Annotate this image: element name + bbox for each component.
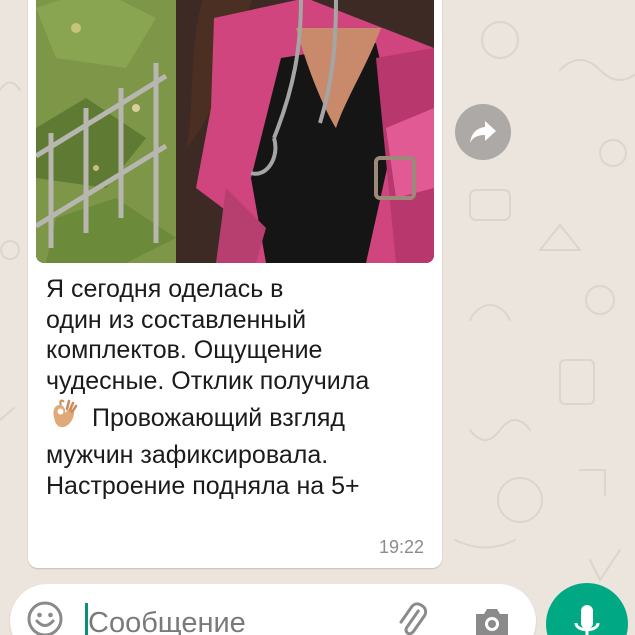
forward-button[interactable]	[455, 104, 511, 160]
message-line: Я сегодня оделась в	[46, 275, 284, 303]
message-line: Настроение подняла на 5+	[46, 471, 360, 500]
paperclip-icon[interactable]	[392, 600, 434, 635]
smiley-icon[interactable]	[26, 600, 64, 635]
share-forward-icon	[470, 121, 496, 143]
camera-icon[interactable]	[472, 602, 512, 635]
message-text: Я сегодня оделась в один из составленный…	[46, 274, 438, 501]
message-bubble[interactable]: Я сегодня оделась в один из составленный…	[28, 0, 442, 568]
message-input[interactable]	[88, 603, 368, 635]
message-timestamp: 19:22	[378, 537, 424, 557]
microphone-icon	[574, 605, 600, 635]
message-line-with-emoji: Провожающий взгляд	[46, 396, 438, 440]
ok-hand-icon	[53, 399, 78, 428]
message-line: Провожающий взгляд	[92, 404, 345, 432]
message-line: один из составленный	[46, 305, 307, 334]
message-line: мужчин зафиксировала.	[46, 441, 329, 469]
photo-image	[36, 0, 434, 263]
message-line: комплектов. Ощущение	[46, 336, 323, 364]
message-photo[interactable]	[36, 0, 434, 263]
message-line: чудесные. Отклик получила	[46, 366, 370, 395]
message-composer	[10, 584, 536, 635]
